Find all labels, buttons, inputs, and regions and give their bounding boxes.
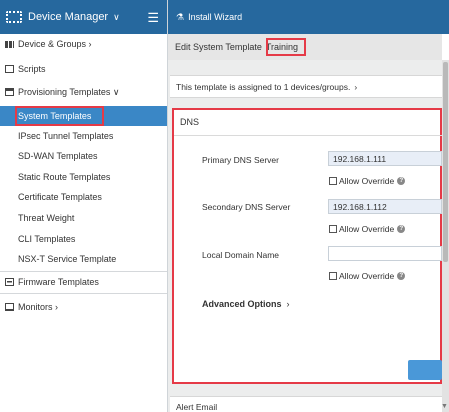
local-domain-input[interactable] [328,246,442,261]
sidebar-item-cli-templates[interactable]: CLI Templates [0,229,167,249]
dns-panel: DNS Primary DNS Server 192.168.1.111 All… [172,108,442,384]
module-title[interactable]: Device Manager ∨ [28,11,147,23]
secondary-dns-label: Secondary DNS Server [202,202,291,212]
toolbar: ⚗ Install Wizard [168,0,449,34]
dns-heading: DNS [180,117,200,127]
chevron-right-icon: › [354,81,358,92]
alert-email-section[interactable]: Alert Email [170,396,442,412]
chevron-right-icon: › [286,299,290,309]
chevron-right-icon: › [88,39,92,49]
checkbox[interactable] [329,272,337,280]
sidebar-item-certificate-templates[interactable]: Certificate Templates [0,187,167,207]
domain-allow-override[interactable]: Allow Override? [329,271,406,281]
sidebar-item-device-groups[interactable]: Device & Groups › [0,34,167,54]
sidebar-item-scripts[interactable]: Scripts [0,59,167,79]
monitor-icon [5,303,14,311]
chevron-right-icon: › [55,302,59,312]
scroll-down-icon[interactable]: ▼ [441,403,448,410]
sidebar-item-static-route-templates[interactable]: Static Route Templates [0,167,167,187]
divider [0,293,167,294]
assignment-link[interactable]: This template is assigned to 1 devices/g… [170,75,442,98]
sidebar-header[interactable]: Device Manager ∨ ☰ [0,0,167,34]
sidebar-item-nsx-t-service-template[interactable]: NSX-T Service Template [0,249,167,269]
hamburger-icon[interactable]: ☰ [147,11,159,24]
sidebar-item-firmware-templates[interactable]: Firmware Templates [0,272,167,292]
sidebar-item-provisioning-templates[interactable]: Provisioning Templates ∨ [0,82,167,102]
help-icon[interactable]: ? [397,225,406,233]
primary-dns-input[interactable]: 192.168.1.111 [328,151,442,166]
sidebar-item-threat-weight[interactable]: Threat Weight [0,208,167,228]
sidebar: Device Manager ∨ ☰ Device & Groups › Scr… [0,0,168,412]
device-manager-icon [6,11,22,23]
checkbox[interactable] [329,177,337,185]
divider [174,135,442,136]
sidebar-item-monitors[interactable]: Monitors › [0,297,167,317]
apply-button[interactable] [408,360,442,380]
primary-allow-override[interactable]: Allow Override? [329,176,406,186]
scripts-icon [5,65,14,73]
help-icon[interactable]: ? [397,177,406,185]
sidebar-item-ipsec-tunnel-templates[interactable]: IPsec Tunnel Templates [0,126,167,146]
highlight-box [266,38,306,56]
primary-dns-label: Primary DNS Server [202,155,279,165]
chevron-down-icon: ∨ [113,12,120,22]
advanced-options-toggle[interactable]: Advanced Options › [202,299,290,309]
sidebar-item-sd-wan-templates[interactable]: SD-WAN Templates [0,146,167,166]
checkbox[interactable] [329,225,337,233]
scrollbar-thumb[interactable] [443,62,448,262]
device-groups-icon [5,40,14,48]
firmware-icon [5,278,14,286]
secondary-allow-override[interactable]: Allow Override? [329,224,406,234]
local-domain-label: Local Domain Name [202,250,280,260]
wand-icon: ⚗ [176,11,185,22]
provisioning-icon [5,88,14,96]
install-wizard-button[interactable]: Install Wizard [188,12,242,22]
chevron-down-icon: ∨ [112,86,120,97]
highlight-box [15,106,104,126]
secondary-dns-input[interactable]: 192.168.1.112 [328,199,442,214]
help-icon[interactable]: ? [397,272,406,280]
